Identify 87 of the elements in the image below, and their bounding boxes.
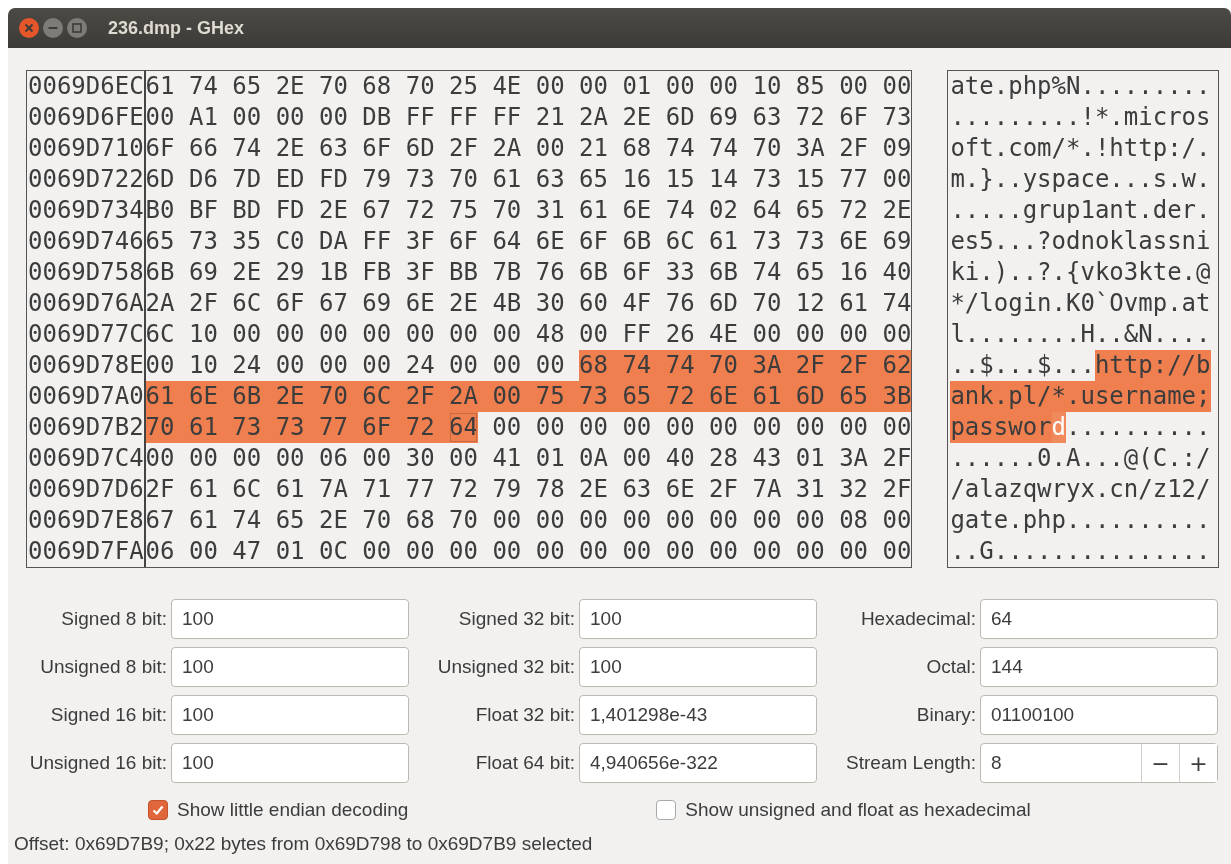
checkbox-label: Show unsigned and float as hexadecimal [685, 799, 1031, 821]
ascii-text: http://b [1094, 350, 1211, 381]
ascii-text: passwor [950, 412, 1052, 443]
field-label: Stream Length: [845, 752, 976, 774]
ascii-text: ate.php%N......... [950, 71, 1211, 102]
input-field[interactable]: 64 [980, 599, 1218, 639]
offset-label: 0069D7D6 [28, 474, 144, 505]
offset-label: 0069D746 [28, 226, 144, 257]
status-bar-text: Offset: 0x69D7B9; 0x22 bytes from 0x69D798 to 0x69D7B9 selected [14, 833, 594, 855]
increment-button[interactable]: + [1179, 744, 1217, 782]
hex-bytes: 65 73 35 C0 DA FF 3F 6F 64 6E 6F 6B 6C 61 73 73 6E 69 [145, 226, 912, 257]
checkbox[interactable] [148, 800, 168, 820]
hex-bytes: B0 BF BD FD 2E 67 72 75 70 31 61 6E 74 02 64 65 72 2E [145, 195, 912, 226]
ascii-text: .....grup1ant.der. [950, 195, 1211, 226]
ascii-text: ank.pl/*.username; [950, 381, 1211, 412]
input-field[interactable]: 100 [171, 647, 409, 687]
offset-label: 0069D76A [28, 288, 144, 319]
close-icon[interactable] [18, 17, 40, 39]
input-field[interactable]: 100 [171, 599, 409, 639]
offset-label: 0069D7A0 [28, 381, 144, 412]
minimize-icon[interactable] [42, 17, 64, 39]
hex-bytes: 2F 61 6C 61 7A 71 77 72 79 78 2E 63 6E 2F 7A 31 32 2F [145, 474, 912, 505]
hex-bytes: 00 00 00 00 00 00 00 00 00 00 [492, 412, 912, 443]
field-label: Signed 32 bit: [457, 608, 575, 630]
input-field[interactable]: 100 [171, 695, 409, 735]
hex-bytes: 00 10 24 00 00 00 24 00 00 00 [145, 350, 565, 381]
hex-bytes: 06 00 47 01 0C 00 00 00 00 00 00 00 00 00 00 00 00 00 [145, 536, 912, 567]
offset-label: 0069D7B2 [28, 412, 144, 443]
ascii-text: ..$...$... [950, 350, 1095, 381]
offset-label: 0069D7C4 [28, 443, 144, 474]
ascii-text: */login.K0`Ovmp.at [950, 288, 1211, 319]
field-label: Octal: [925, 656, 976, 678]
hex-bytes: 6B 69 2E 29 1B FB 3F BB 7B 76 6B 6F 33 6B 74 65 16 40 [145, 257, 912, 288]
offset-label: 0069D77C [28, 319, 144, 350]
input-field[interactable]: 100 [579, 599, 817, 639]
hex-bytes: 61 6E 6B 2E 70 6C 2F 2A 00 75 73 65 72 6E 61 6D 65 3B [145, 381, 912, 412]
maximize-icon[interactable] [66, 17, 88, 39]
field-label: Unsigned 32 bit: [436, 656, 575, 678]
offset-label: 0069D758 [28, 257, 144, 288]
input-field[interactable]: 1,401298e-43 [579, 695, 817, 735]
input-field[interactable]: 4,940656e-322 [579, 743, 817, 783]
ascii-text: l........H..&N.... [950, 319, 1211, 350]
field-label: Unsigned 16 bit: [28, 752, 167, 774]
hex-bytes: 70 61 73 73 77 6F 72 [145, 412, 449, 443]
field-label: Binary: [915, 704, 976, 726]
offset-label: 0069D78E [28, 350, 144, 381]
field-label: Float 64 bit: [474, 752, 575, 774]
hex-bytes: 67 61 74 65 2E 70 68 70 00 00 00 00 00 00 00 00 08 00 [145, 505, 912, 536]
checkbox-label: Show little endian decoding [177, 799, 409, 821]
offset-label: 0069D710 [28, 133, 144, 164]
field-label: Unsigned 8 bit: [39, 656, 167, 678]
input-field[interactable]: 144 [980, 647, 1218, 687]
hex-bytes: 00 00 00 00 06 00 30 00 41 01 0A 00 40 28 43 01 3A 2F [145, 443, 912, 474]
offset-label: 0069D6EC [28, 71, 144, 102]
ascii-text: oft.com/*.!http:/. [950, 133, 1211, 164]
ascii-text: /alazqwryx.cn/z12/ [950, 474, 1211, 505]
ascii-text: ..G............... [950, 536, 1211, 567]
ascii-text: m.}..yspace...s.w. [950, 164, 1211, 195]
hex-bytes: 6F 66 74 2E 63 6F 6D 2F 2A 00 21 68 74 74 70 3A 2F 09 [145, 133, 912, 164]
input-field[interactable]: 01100100 [980, 695, 1218, 735]
ascii-text: ......0.A...@(C.:/ [950, 443, 1211, 474]
offset-label: 0069D7FA [28, 536, 144, 567]
offset-label: 0069D7E8 [28, 505, 144, 536]
hex-bytes: 2A 2F 6C 6F 67 69 6E 2E 4B 30 60 4F 76 6D 70 12 61 74 [145, 288, 912, 319]
offset-label: 0069D722 [28, 164, 144, 195]
input-field[interactable]: 100 [171, 743, 409, 783]
field-label: Signed 8 bit: [60, 608, 167, 630]
hex-bytes: 00 A1 00 00 00 DB FF FF FF 21 2A 2E 6D 69 63 72 6F 73 [145, 102, 912, 133]
ascii-text: .........!*.micros [950, 102, 1211, 133]
hex-bytes: 61 74 65 2E 70 68 70 25 4E 00 00 01 00 00 10 85 00 00 [145, 71, 912, 102]
hex-bytes: 64 [449, 412, 478, 443]
field-label: Hexadecimal: [859, 608, 976, 630]
window-title: 236.dmp - GHex [108, 17, 245, 39]
hex-bytes: 68 74 74 70 3A 2F 2F 62 [579, 350, 912, 381]
input-field[interactable]: 100 [579, 647, 817, 687]
field-label: Float 32 bit: [474, 704, 575, 726]
offset-label: 0069D734 [28, 195, 144, 226]
ascii-text: .......... [1066, 412, 1211, 443]
hex-bytes: 6C 10 00 00 00 00 00 00 00 48 00 FF 26 4E 00 00 00 00 [145, 319, 912, 350]
offset-label: 0069D6FE [28, 102, 144, 133]
ascii-text: gate.php.......... [950, 505, 1211, 536]
spin-field[interactable]: 8 − + [980, 743, 1218, 783]
checkbox[interactable] [656, 800, 677, 820]
ascii-text: es5...?odnoklassni [950, 226, 1211, 257]
ascii-text: ki.)..?.{vko3kte.@ [950, 257, 1211, 288]
field-label: Signed 16 bit: [49, 704, 167, 726]
hex-bytes: 6D D6 7D ED FD 79 73 70 61 63 65 16 15 14 73 15 77 00 [145, 164, 912, 195]
